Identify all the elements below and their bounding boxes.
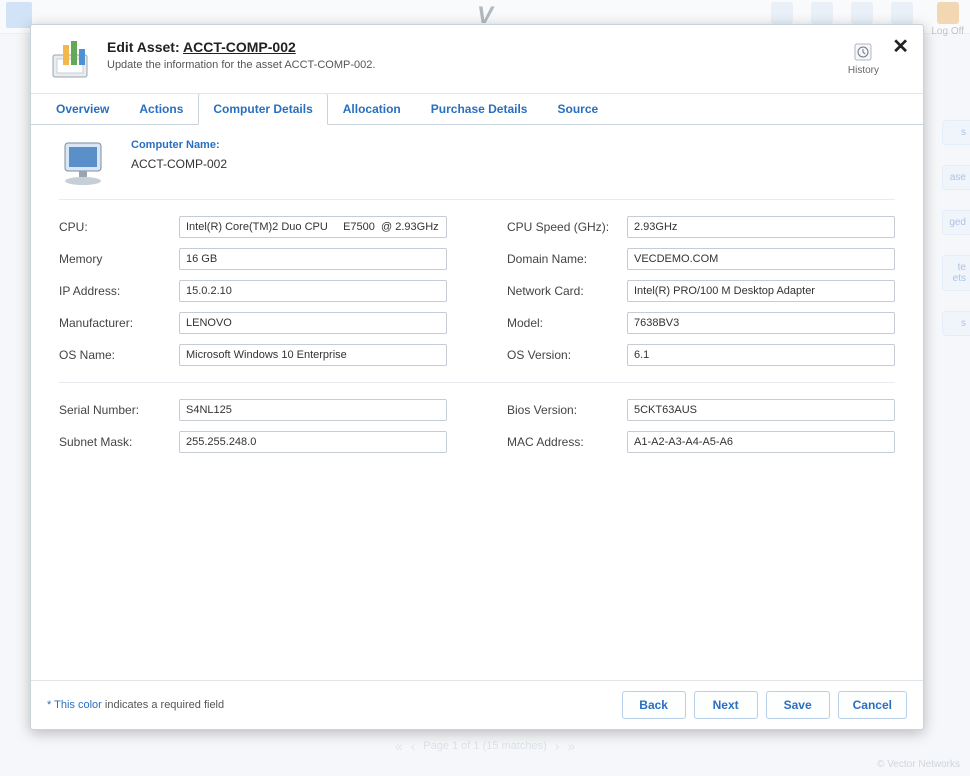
required-note: * This color indicates a required field [47,699,224,711]
bg-menu-button [6,2,32,28]
row-bios-version: Bios Version: [507,399,895,421]
history-icon [852,41,874,63]
input-mac-address[interactable] [627,431,895,453]
form-grid: CPU: CPU Speed (GHz): Memory Domain Name… [59,200,895,453]
input-domain-name[interactable] [627,248,895,270]
bg-icon-4 [891,2,913,24]
row-model: Model: [507,312,895,334]
label-os-version: OS Version: [507,348,627,362]
input-model[interactable] [627,312,895,334]
section-divider [59,382,895,389]
label-serial-number: Serial Number: [59,403,179,417]
row-ip-address: IP Address: [59,280,447,302]
row-mac-address: MAC Address: [507,431,895,453]
bg-side-tab: s [942,311,970,336]
modal-title: Edit Asset: ACCT-COMP-002 [107,39,375,55]
input-ip-address[interactable] [179,280,447,302]
modal-title-asset-id: ACCT-COMP-002 [183,39,296,55]
row-subnet-mask: Subnet Mask: [59,431,447,453]
row-memory: Memory [59,248,447,270]
copyright: © Vector Networks [877,759,960,770]
row-serial-number: Serial Number: [59,399,447,421]
label-network-card: Network Card: [507,284,627,298]
row-domain-name: Domain Name: [507,248,895,270]
cancel-button[interactable]: Cancel [838,691,907,719]
input-memory[interactable] [179,248,447,270]
modal-subtitle: Update the information for the asset ACC… [107,59,375,71]
pager: « ‹ Page 1 of 1 (15 matches) › » [395,738,575,754]
pager-text: Page 1 of 1 (15 matches) [423,740,547,752]
logoff-button[interactable]: Log Off [931,2,964,37]
bg-icon-1 [771,2,793,24]
modal-header: Edit Asset: ACCT-COMP-002 Update the inf… [31,25,923,94]
tab-actions[interactable]: Actions [124,93,198,125]
pager-first-icon[interactable]: « [395,738,403,754]
row-os-version: OS Version: [507,344,895,366]
computer-header: Computer Name: ACCT-COMP-002 [59,135,895,200]
footer-buttons: Back Next Save Cancel [622,691,907,719]
computer-name-label: Computer Name: [131,139,227,151]
label-cpu: CPU: [59,220,179,234]
input-network-card[interactable] [627,280,895,302]
edit-asset-modal: Edit Asset: ACCT-COMP-002 Update the inf… [30,24,924,730]
history-button[interactable]: History [848,41,879,76]
label-os-name: OS Name: [59,348,179,362]
computer-name-value: ACCT-COMP-002 [131,157,227,171]
label-mac-address: MAC Address: [507,435,627,449]
row-network-card: Network Card: [507,280,895,302]
modal-footer: * This color indicates a required field … [31,680,923,729]
tab-overview[interactable]: Overview [41,93,124,125]
bg-side-tab: s [942,120,970,145]
tab-computer-details[interactable]: Computer Details [198,93,327,125]
asset-icon [49,39,93,83]
tab-source[interactable]: Source [542,93,613,125]
next-button[interactable]: Next [694,691,758,719]
input-bios-version[interactable] [627,399,895,421]
bg-side-tabs: s ase ged te ets s [942,120,970,336]
tab-purchase-details[interactable]: Purchase Details [416,93,543,125]
pager-last-icon[interactable]: » [567,738,575,754]
label-subnet-mask: Subnet Mask: [59,435,179,449]
bg-side-tab: te ets [942,255,970,291]
pager-prev-icon[interactable]: ‹ [411,738,416,754]
input-os-name[interactable] [179,344,447,366]
input-serial-number[interactable] [179,399,447,421]
label-model: Model: [507,316,627,330]
tab-row: Overview Actions Computer Details Alloca… [31,93,923,125]
input-cpu[interactable] [179,216,447,238]
row-cpu: CPU: [59,216,447,238]
label-cpu-speed: CPU Speed (GHz): [507,220,627,234]
input-os-version[interactable] [627,344,895,366]
row-manufacturer: Manufacturer: [59,312,447,334]
bg-icon-3 [851,2,873,24]
label-ip-address: IP Address: [59,284,179,298]
label-domain-name: Domain Name: [507,252,627,266]
bg-side-tab: ase [942,165,970,190]
save-button[interactable]: Save [766,691,830,719]
back-button[interactable]: Back [622,691,686,719]
input-cpu-speed[interactable] [627,216,895,238]
computer-icon [59,139,115,187]
row-cpu-speed: CPU Speed (GHz): [507,216,895,238]
row-os-name: OS Name: [59,344,447,366]
logoff-label: Log Off [931,26,964,37]
label-memory: Memory [59,252,179,266]
input-manufacturer[interactable] [179,312,447,334]
logoff-icon [937,2,959,24]
pager-next-icon[interactable]: › [555,738,560,754]
input-subnet-mask[interactable] [179,431,447,453]
tab-allocation[interactable]: Allocation [328,93,416,125]
label-manufacturer: Manufacturer: [59,316,179,330]
history-label: History [848,65,879,76]
bg-side-tab: ged [942,210,970,235]
close-button[interactable]: ✕ [892,37,909,57]
bg-icon-2 [811,2,833,24]
label-bios-version: Bios Version: [507,403,627,417]
modal-body: Computer Name: ACCT-COMP-002 CPU: CPU Sp… [31,125,923,680]
